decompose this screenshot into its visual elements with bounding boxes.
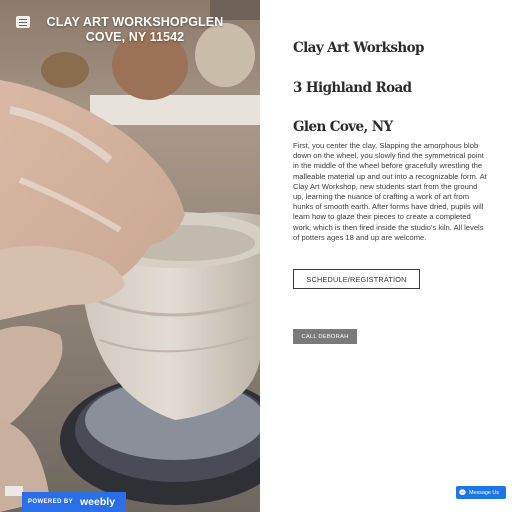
heading-business-name: Clay Art Workshop (293, 40, 424, 56)
workshop-description: First, you center the clay. Slapping the… (293, 141, 487, 242)
site-title[interactable]: CLAY ART WORKSHOPGLEN COVE, NY 11542 (46, 15, 224, 45)
call-deborah-button[interactable]: CALL DEBORAH (293, 329, 357, 344)
pottery-photo (0, 0, 260, 512)
image-caption-box (5, 486, 23, 496)
powered-by-weebly-badge[interactable]: POWERED BY weebly (22, 492, 126, 512)
hero-image: CLAY ART WORKSHOPGLEN COVE, NY 11542 (0, 0, 260, 512)
heading-street-address: 3 Highland Road (293, 80, 412, 96)
message-us-label: Message Us (469, 489, 499, 496)
messenger-icon (459, 489, 466, 496)
weebly-logo: weebly (80, 496, 116, 508)
powered-by-label: POWERED BY (28, 499, 74, 505)
message-us-button[interactable]: Message Us (456, 486, 506, 499)
heading-city: Glen Cove, NY (293, 119, 393, 135)
hamburger-menu-icon[interactable] (16, 16, 30, 28)
schedule-registration-button[interactable]: SCHEDULE/REGISTRATION (293, 269, 420, 289)
